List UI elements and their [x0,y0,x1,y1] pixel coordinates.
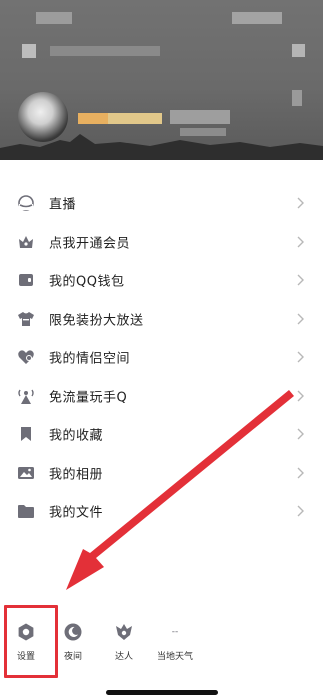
menu-item-favorites[interactable]: 我的收藏 [0,415,323,454]
menu-item-label: 我的相册 [49,467,104,483]
moon-icon [63,622,83,642]
chevron-right-icon [297,197,304,209]
menu-item-label: 限免装扮大放送 [49,313,144,329]
chevron-right-icon [297,274,304,286]
menu-item-label: 我的QQ钱包 [49,274,125,290]
profile-card-icon[interactable] [292,90,302,106]
vip-crown-icon [17,233,35,251]
annotation-highlight-box [4,605,58,678]
weather-value: -- [171,627,179,637]
menu-item-free-data[interactable]: 免流量玩手Q [0,377,323,416]
menu-item-label: 直播 [49,197,77,213]
menu-item-label: 我的文件 [49,505,104,521]
menu-item-outfit[interactable]: 限免装扮大放送 [0,300,323,339]
header-background-silhouette [0,134,323,160]
heart-icon [17,348,35,366]
bookmark-icon [17,425,35,443]
antenna-icon [17,387,35,405]
menu-item-vip[interactable]: 点我开通会员 [0,223,323,262]
chevron-right-icon [297,351,304,363]
header-title-blurred [50,46,160,56]
menu-item-wallet[interactable]: 我的QQ钱包 [0,261,323,300]
close-icon[interactable] [292,44,305,57]
chevron-right-icon [297,236,304,248]
drawer-menu: 直播 点我开通会员 我的QQ钱包 限免装扮大放送 我的情侣空间 免流量玩手Q 我… [0,184,323,531]
folder-icon [17,502,35,520]
live-icon [17,194,35,212]
wallet-icon [17,271,35,289]
expert-badge-icon [114,622,134,642]
menu-item-couple-space[interactable]: 我的情侣空间 [0,338,323,377]
menu-item-label: 我的情侣空间 [49,351,131,367]
chevron-right-icon [297,428,304,440]
profile-header[interactable] [0,0,323,160]
home-indicator [106,690,218,695]
chevron-right-icon [297,505,304,517]
weather-button[interactable]: -- 当地天气 [145,622,205,662]
chevron-right-icon [297,313,304,325]
photo-icon [17,464,35,482]
menu-item-label: 免流量玩手Q [49,390,128,406]
menu-item-live[interactable]: 直播 [0,184,323,223]
menu-item-label: 我的收藏 [49,428,104,444]
menu-item-album[interactable]: 我的相册 [0,454,323,493]
chevron-right-icon [297,390,304,402]
qr-code-icon[interactable] [22,44,36,58]
chevron-right-icon [297,467,304,479]
status-icons-blurred [232,12,282,24]
weather-label: 当地天气 [156,652,193,662]
menu-item-label: 点我开通会员 [49,236,131,252]
status-time-blurred [36,12,72,24]
shirt-icon [17,310,35,328]
menu-item-files[interactable]: 我的文件 [0,492,323,531]
